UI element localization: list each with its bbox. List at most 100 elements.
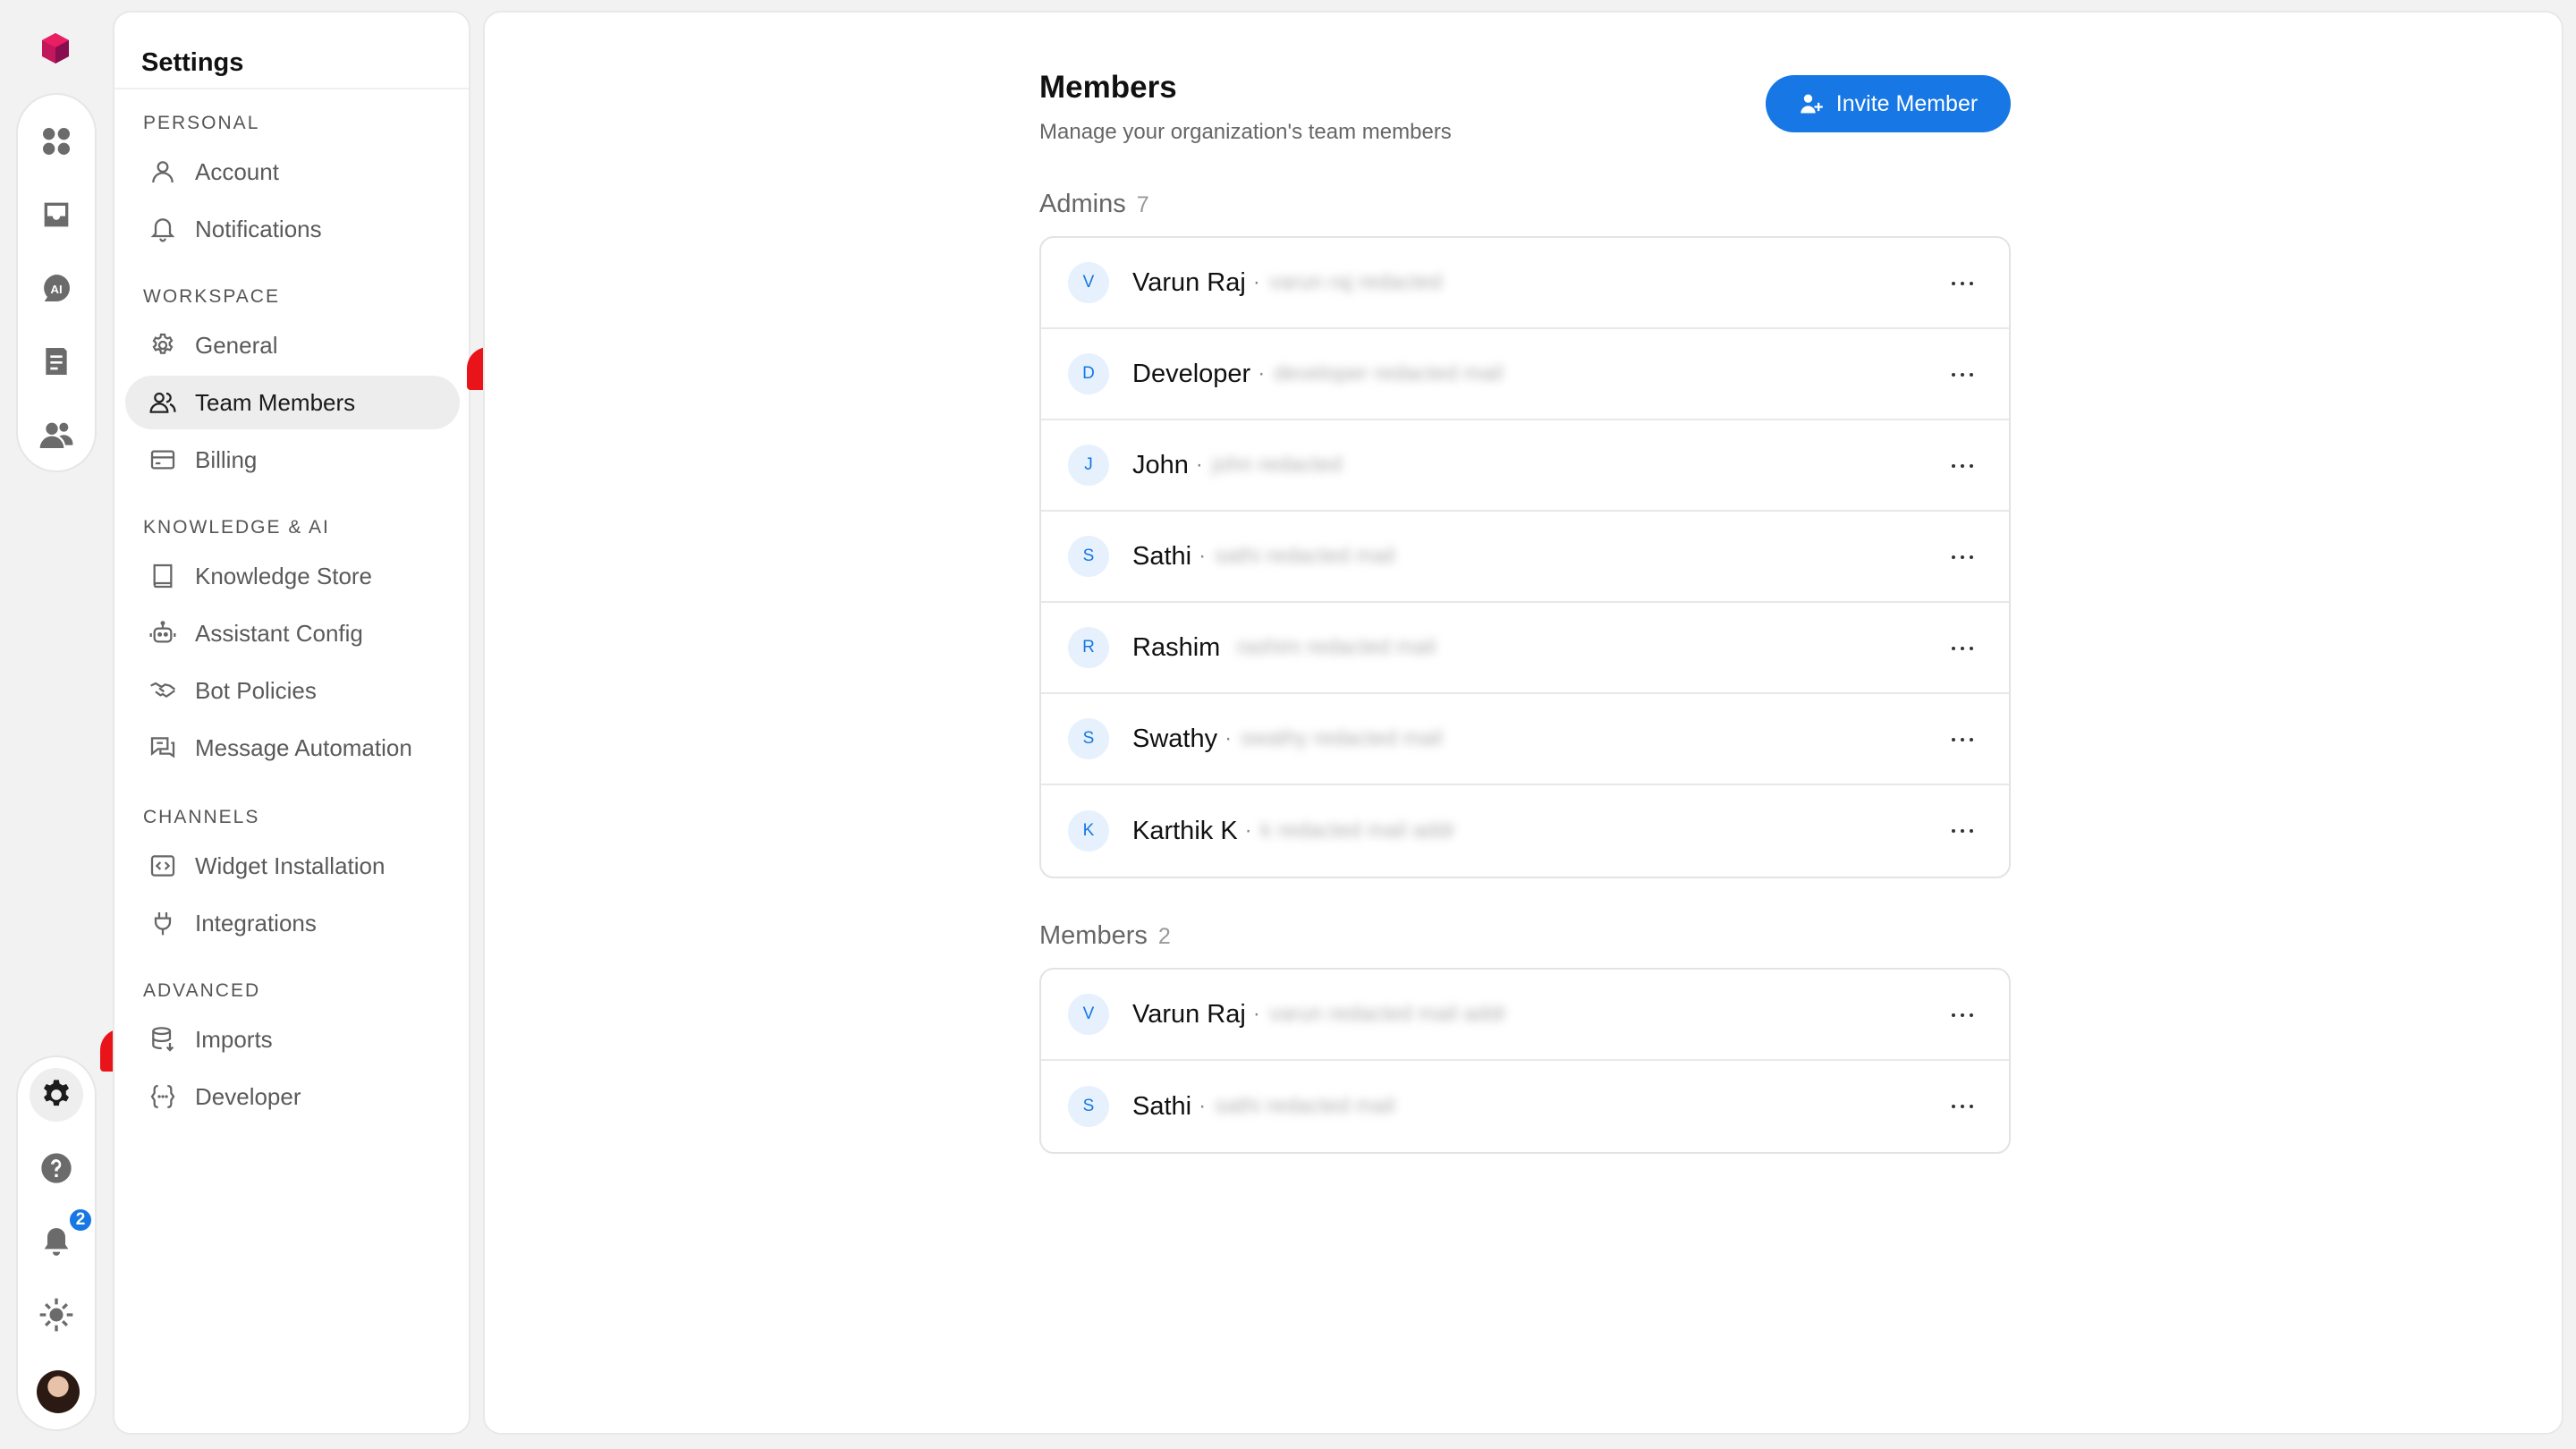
member-email-redacted: k redacted mail addr: [1260, 818, 1456, 843]
rail-settings-button[interactable]: [30, 1068, 83, 1122]
member-separator: ·: [1252, 1002, 1260, 1026]
page-title: Members: [1039, 70, 1177, 105]
sidebar-title: Settings: [141, 48, 244, 77]
rail-ai-button[interactable]: AI: [30, 261, 83, 315]
member-email-redacted: varun redacted mail addr: [1268, 1002, 1507, 1026]
nav-item-message-automation[interactable]: Message Automation: [125, 721, 460, 775]
add-user-icon: [1801, 94, 1823, 114]
invite-member-button[interactable]: Invite Member: [1766, 75, 2011, 132]
nav-item-developer[interactable]: Developer: [125, 1070, 460, 1123]
more-options-icon[interactable]: [1952, 364, 1973, 386]
rail-inbox-button[interactable]: [30, 188, 83, 242]
member-name: Developer: [1132, 359, 1251, 388]
nav-label: General: [195, 331, 278, 359]
rail-tasks-button[interactable]: [30, 335, 83, 388]
member-name: John: [1132, 450, 1189, 479]
nav-item-imports[interactable]: Imports: [125, 1013, 460, 1066]
table-row: S Sathi · sathi redacted mail: [1041, 1061, 2009, 1152]
admins-list: V Varun Raj · varun raj redacted D Devel…: [1039, 236, 2011, 878]
bell-icon: [44, 1228, 69, 1256]
nav-item-assistant-config[interactable]: Assistant Config: [125, 606, 460, 660]
members-heading: Members 2: [1039, 921, 1171, 951]
member-avatar: V: [1068, 262, 1109, 303]
team-icon: [149, 392, 176, 413]
plug-icon: [154, 912, 172, 936]
section-label-knowledge: KNOWLEDGE & AI: [143, 517, 330, 538]
nav-item-billing[interactable]: Billing: [125, 433, 460, 487]
nav-item-general[interactable]: General: [125, 318, 460, 372]
member-avatar: V: [1068, 994, 1109, 1035]
admins-count: 7: [1136, 192, 1149, 217]
member-email-redacted: varun raj redacted: [1268, 270, 1443, 294]
rail-theme-button[interactable]: [30, 1288, 83, 1342]
user-avatar[interactable]: [37, 1370, 80, 1413]
members-count: 2: [1157, 924, 1171, 949]
database-import-icon: [152, 1027, 174, 1052]
member-email-redacted: john redacted: [1211, 453, 1343, 477]
nav-item-account[interactable]: Account: [125, 145, 460, 199]
svg-text:AI: AI: [50, 283, 62, 296]
page-subtitle: Manage your organization's team members: [1039, 120, 1452, 144]
rail-contacts-button[interactable]: [30, 408, 83, 462]
gear-outline-icon: [152, 333, 174, 354]
member-email-redacted: developer redacted mail: [1274, 361, 1504, 386]
book-icon: [153, 564, 173, 589]
nav-label: Team Members: [195, 388, 356, 416]
braces-icon: [150, 1084, 175, 1109]
member-name: Varun Raj: [1132, 999, 1246, 1029]
table-row: J John · john redacted: [1041, 420, 2009, 512]
member-avatar: S: [1068, 718, 1109, 759]
rail-dashboard-button[interactable]: [30, 114, 83, 168]
member-email-redacted: swathy redacted mail: [1241, 726, 1443, 750]
nav-label: Developer: [195, 1082, 301, 1110]
member-avatar: R: [1068, 627, 1109, 668]
invite-member-label: Invite Member: [1835, 90, 1979, 116]
more-options-icon[interactable]: [1952, 273, 1973, 294]
more-options-icon[interactable]: [1952, 638, 1973, 659]
nav-item-widget-installation[interactable]: Widget Installation: [125, 839, 460, 893]
code-icon: [150, 855, 175, 877]
nav-label: Message Automation: [195, 733, 412, 761]
table-row: D Developer · developer redacted mail: [1041, 329, 2009, 420]
table-row: S Sathi · sathi redacted mail: [1041, 512, 2009, 603]
rail-help-button[interactable]: [30, 1141, 83, 1195]
table-row: S Swathy · swathy redacted mail: [1041, 694, 2009, 785]
nav-label: Imports: [195, 1025, 273, 1053]
members-list: V Varun Raj · varun redacted mail addr S…: [1039, 968, 2011, 1154]
bell-outline-icon: [150, 218, 175, 242]
member-separator: ·: [1224, 726, 1233, 750]
app-logo-icon[interactable]: [38, 30, 73, 66]
member-name: Karthik K: [1132, 816, 1238, 845]
member-name: Swathy: [1132, 724, 1218, 753]
nav-item-team-members[interactable]: Team Members: [125, 376, 460, 429]
member-separator: ·: [1244, 818, 1252, 843]
nav-item-knowledge-store[interactable]: Knowledge Store: [125, 549, 460, 603]
more-options-icon[interactable]: [1952, 547, 1973, 568]
ai-chat-icon: AI: [44, 275, 70, 301]
contacts-icon: [39, 422, 73, 448]
nav-item-bot-policies[interactable]: Bot Policies: [125, 664, 460, 717]
app-rail: AI 2: [0, 0, 111, 1449]
member-avatar: D: [1068, 353, 1109, 394]
sidebar-divider: [114, 88, 469, 89]
handshake-icon: [150, 682, 176, 699]
more-options-icon[interactable]: [1952, 455, 1973, 477]
more-options-icon[interactable]: [1952, 1096, 1973, 1117]
nav-item-integrations[interactable]: Integrations: [125, 896, 460, 950]
more-options-icon[interactable]: [1952, 820, 1973, 842]
nav-label: Bot Policies: [195, 676, 317, 704]
members-label: Members: [1039, 921, 1148, 950]
member-name: Sathi: [1132, 541, 1192, 571]
more-options-icon[interactable]: [1952, 729, 1973, 750]
card-icon: [150, 450, 175, 470]
nav-label: Knowledge Store: [195, 562, 373, 589]
more-options-icon[interactable]: [1952, 1004, 1973, 1026]
main-panel: Members Manage your organization's team …: [483, 11, 2563, 1435]
nav-label: Account: [195, 157, 279, 185]
table-row: K Karthik K · k redacted mail addr: [1041, 785, 2009, 877]
help-icon: [41, 1153, 72, 1183]
rail-bottom-group: 2: [16, 1055, 97, 1431]
tasks-icon: [46, 348, 67, 375]
member-email-redacted: sathi redacted mail: [1215, 544, 1395, 568]
nav-item-notifications[interactable]: Notifications: [125, 202, 460, 256]
